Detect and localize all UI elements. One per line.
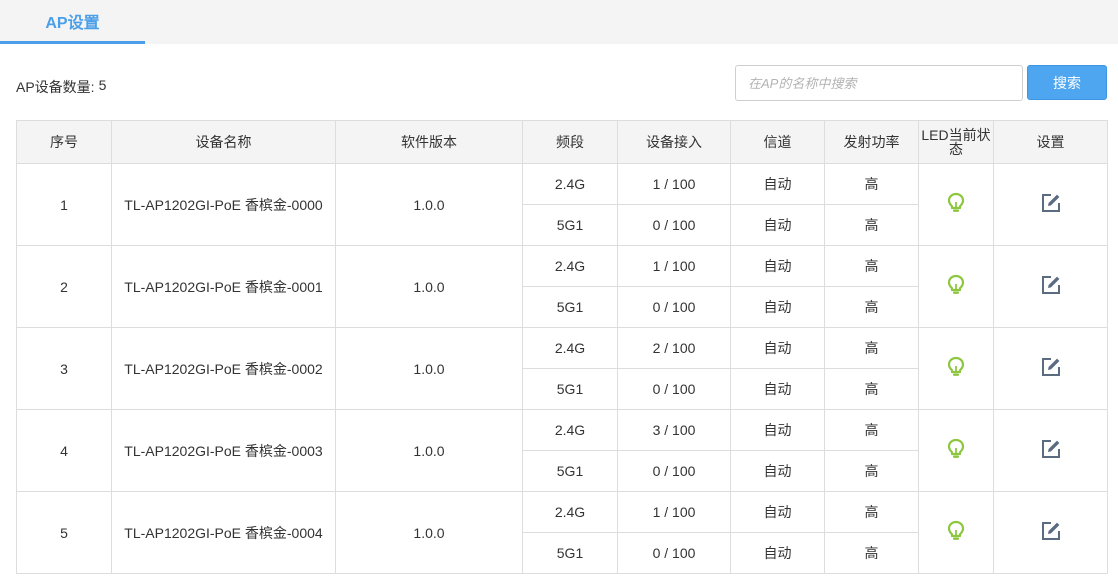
col-header-name: 设备名称 [111,120,336,164]
cell-led-status [918,245,994,328]
cell-power: 高 [824,327,919,369]
cell-clients: 0 / 100 [617,368,731,410]
search-button[interactable]: 搜索 [1027,65,1107,100]
table-row: 1 TL-AP1202GI-PoE 香槟金-0000 1.0.0 2.4G 1 / 10… [16,163,1108,246]
cell-settings [993,327,1108,410]
cell-device-name: TL-AP1202GI-PoE 香槟金-0001 [111,245,336,328]
cell-channel: 自动 [730,368,825,410]
lightbulb-icon [947,438,965,460]
cell-software-version: 1.0.0 [335,327,523,410]
cell-clients: 1 / 100 [617,491,731,533]
cell-band: 5G1 [522,286,618,328]
search-input[interactable] [735,65,1023,101]
cell-clients: 2 / 100 [617,327,731,369]
cell-clients: 0 / 100 [617,204,731,246]
cell-index: 5 [16,491,112,574]
cell-led-status [918,327,994,410]
cell-power: 高 [824,163,919,205]
col-header-version: 软件版本 [335,120,523,164]
cell-power: 高 [824,286,919,328]
table-row: 4 TL-AP1202GI-PoE 香槟金-0003 1.0.0 2.4G 3 / 10… [16,409,1108,492]
cell-band: 2.4G [522,245,618,287]
cell-power: 高 [824,204,919,246]
cell-led-status [918,163,994,246]
cell-power: 高 [824,409,919,451]
col-header-power: 发射功率 [824,120,919,164]
cell-power: 高 [824,368,919,410]
cell-settings [993,491,1108,574]
lightbulb-icon [947,192,965,214]
cell-band: 5G1 [522,532,618,574]
cell-device-name: TL-AP1202GI-PoE 香槟金-0003 [111,409,336,492]
col-header-index: 序号 [16,120,112,164]
table-row: 5 TL-AP1202GI-PoE 香槟金-0004 1.0.0 2.4G 1 / 10… [16,491,1108,574]
cell-power: 高 [824,245,919,287]
cell-band: 5G1 [522,368,618,410]
cell-channel: 自动 [730,491,825,533]
cell-led-status [918,491,994,574]
cell-led-status [918,409,994,492]
cell-clients: 0 / 100 [617,450,731,492]
edit-icon[interactable] [1040,274,1062,296]
lightbulb-icon [947,274,965,296]
cell-band: 2.4G [522,163,618,205]
col-header-settings: 设置 [993,120,1108,164]
cell-channel: 自动 [730,163,825,205]
cell-device-name: TL-AP1202GI-PoE 香槟金-0002 [111,327,336,410]
cell-clients: 3 / 100 [617,409,731,451]
cell-device-name: TL-AP1202GI-PoE 香槟金-0000 [111,163,336,246]
table-row: 2 TL-AP1202GI-PoE 香槟金-0001 1.0.0 2.4G 1 / 10… [16,245,1108,328]
cell-settings [993,163,1108,246]
cell-channel: 自动 [730,450,825,492]
cell-index: 2 [16,245,112,328]
ap-count: AP设备数量: 5 [16,77,106,97]
cell-clients: 1 / 100 [617,163,731,205]
lightbulb-icon [947,356,965,378]
ap-table: 序号 设备名称 软件版本 频段 设备接入 信道 发射功率 LED当前状态 设置 … [16,120,1108,574]
col-header-channel: 信道 [730,120,825,164]
col-header-led: LED当前状态 [918,120,994,164]
cell-power: 高 [824,450,919,492]
cell-clients: 0 / 100 [617,532,731,574]
cell-band: 5G1 [522,450,618,492]
edit-icon[interactable] [1040,356,1062,378]
edit-icon[interactable] [1040,192,1062,214]
cell-settings [993,245,1108,328]
cell-clients: 1 / 100 [617,245,731,287]
cell-software-version: 1.0.0 [335,491,523,574]
cell-index: 1 [16,163,112,246]
cell-channel: 自动 [730,327,825,369]
ap-count-value: 5 [98,77,107,93]
edit-icon[interactable] [1040,520,1062,542]
cell-device-name: TL-AP1202GI-PoE 香槟金-0004 [111,491,336,574]
cell-band: 5G1 [522,204,618,246]
tab-ap-settings[interactable]: AP设置 [0,0,145,44]
col-header-clients: 设备接入 [617,120,731,164]
lightbulb-icon [947,520,965,542]
cell-channel: 自动 [730,286,825,328]
cell-clients: 0 / 100 [617,286,731,328]
tab-bar: AP设置 [0,0,1118,44]
cell-index: 4 [16,409,112,492]
col-header-band: 频段 [522,120,618,164]
cell-power: 高 [824,532,919,574]
table-header-row: 序号 设备名称 软件版本 频段 设备接入 信道 发射功率 LED当前状态 设置 [16,120,1108,164]
cell-software-version: 1.0.0 [335,245,523,328]
ap-count-label: AP设备数量: [16,79,95,95]
edit-icon[interactable] [1040,438,1062,460]
cell-power: 高 [824,491,919,533]
cell-band: 2.4G [522,491,618,533]
cell-channel: 自动 [730,532,825,574]
cell-channel: 自动 [730,409,825,451]
cell-channel: 自动 [730,245,825,287]
cell-channel: 自动 [730,204,825,246]
table-row: 3 TL-AP1202GI-PoE 香槟金-0002 1.0.0 2.4G 2 / 10… [16,327,1108,410]
cell-band: 2.4G [522,327,618,369]
cell-band: 2.4G [522,409,618,451]
cell-software-version: 1.0.0 [335,163,523,246]
cell-settings [993,409,1108,492]
cell-index: 3 [16,327,112,410]
cell-software-version: 1.0.0 [335,409,523,492]
